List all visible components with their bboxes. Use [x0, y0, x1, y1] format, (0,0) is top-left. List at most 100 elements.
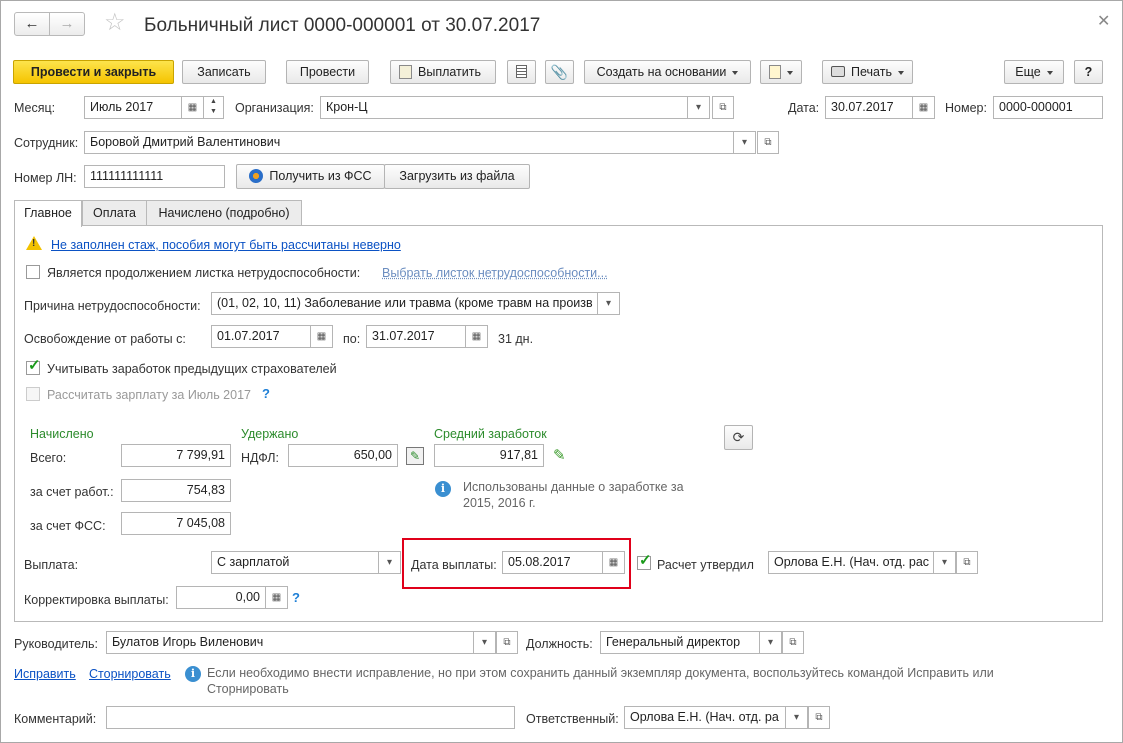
back-button[interactable]: ←: [14, 12, 50, 36]
employer-part-field: 754,83: [121, 479, 231, 502]
edit-pencil-icon[interactable]: ✎: [553, 448, 566, 464]
help-button[interactable]: ?: [1074, 60, 1103, 84]
payment-field[interactable]: С зарплатой: [211, 551, 379, 574]
avg-earnings-field: 917,81: [434, 444, 544, 467]
position-field[interactable]: Генеральный директор: [600, 631, 760, 654]
more-button[interactable]: Еще: [1004, 60, 1064, 84]
arrow-left-icon: ←: [24, 15, 40, 32]
ln-number-label: Номер ЛН:: [14, 171, 77, 185]
post-button[interactable]: Провести: [286, 60, 369, 84]
month-spinner[interactable]: ▲ ▼: [204, 96, 224, 119]
load-from-file-button[interactable]: Загрузить из файла: [384, 164, 530, 189]
fss-icon: [249, 169, 264, 183]
approved-by-field[interactable]: Орлова Е.Н. (Нач. отд. рас: [768, 551, 934, 574]
comment-label: Комментарий:: [14, 712, 97, 726]
forward-button[interactable]: →: [49, 12, 85, 36]
employee-field[interactable]: Боровой Дмитрий Валентинович: [84, 131, 734, 154]
edit-pencil-icon[interactable]: ✎: [406, 447, 424, 465]
document-title: Больничный лист 0000-000001 от 30.07.201…: [144, 15, 541, 36]
date-label: Дата:: [788, 101, 820, 115]
create-based-on-button[interactable]: Создать на основании: [584, 60, 751, 84]
list-report-button[interactable]: [507, 60, 536, 84]
close-icon[interactable]: ✕: [1097, 12, 1110, 32]
head-label: Руководитель:: [14, 637, 99, 651]
checkmark-icon: ✓: [639, 552, 652, 569]
organization-label: Организация:: [235, 101, 314, 115]
calc-salary-checkbox[interactable]: [26, 387, 40, 401]
document-gear-icon: [769, 65, 781, 79]
calculation-approved-label: Расчет утвердил: [657, 558, 754, 572]
chevron-down-icon[interactable]: ▾: [734, 131, 756, 154]
chevron-down-icon[interactable]: ▾: [598, 292, 620, 315]
month-field[interactable]: Июль 2017: [84, 96, 182, 119]
save-button[interactable]: Записать: [182, 60, 266, 84]
help-icon[interactable]: ?: [262, 386, 270, 401]
calendar-icon[interactable]: ▦: [913, 96, 935, 119]
date-field[interactable]: 30.07.2017: [825, 96, 913, 119]
fix-link[interactable]: Исправить: [14, 666, 76, 682]
attachments-button[interactable]: 📎: [545, 60, 574, 84]
comment-field[interactable]: [106, 706, 515, 729]
fix-info-text: Если необходимо внести исправление, но п…: [207, 666, 994, 696]
number-label: Номер:: [945, 101, 987, 115]
tab-payment[interactable]: Оплата: [82, 200, 147, 226]
print-button[interactable]: Печать: [822, 60, 913, 84]
position-label: Должность:: [526, 637, 593, 651]
chevron-down-icon: [787, 70, 793, 75]
favorite-star-icon[interactable]: ☆: [104, 10, 126, 36]
month-label: Месяц:: [14, 101, 56, 115]
get-from-fss-label: Получить из ФСС: [269, 169, 372, 183]
employer-part-label: за счет работ.:: [30, 485, 114, 499]
release-to-field[interactable]: 31.07.2017: [366, 325, 466, 348]
tab-main[interactable]: Главное: [14, 200, 82, 227]
reason-field[interactable]: (01, 02, 10, 11) Заболевание или травма …: [211, 292, 598, 315]
help-icon[interactable]: ?: [292, 590, 300, 605]
open-icon[interactable]: ⧉: [782, 631, 804, 654]
total-label: Всего:: [30, 451, 67, 465]
calendar-icon[interactable]: ▦: [603, 551, 625, 574]
chevron-down-icon[interactable]: ▾: [934, 551, 956, 574]
reason-label: Причина нетрудоспособности:: [24, 299, 201, 313]
chevron-down-icon[interactable]: ▾: [760, 631, 782, 654]
payment-correction-field[interactable]: 0,00: [176, 586, 266, 609]
refresh-icon: ⟳: [732, 429, 745, 445]
open-icon[interactable]: ⧉: [757, 131, 779, 154]
calendar-icon[interactable]: ▦: [182, 96, 204, 119]
arrow-right-icon: →: [59, 15, 75, 32]
payment-correction-label: Корректировка выплаты:: [24, 593, 169, 607]
experience-warning-link[interactable]: Не заполнен стаж, пособия могут быть рас…: [51, 237, 401, 253]
responsible-field[interactable]: Орлова Е.Н. (Нач. отд. ра: [624, 706, 786, 729]
warning-mark: !: [32, 238, 36, 249]
pay-button[interactable]: Выплатить: [390, 60, 496, 84]
open-icon[interactable]: ⧉: [808, 706, 830, 729]
release-to-label: по:: [343, 332, 361, 346]
release-from-label: Освобождение от работы с:: [24, 332, 186, 346]
reverse-link[interactable]: Сторнировать: [89, 666, 171, 682]
head-field[interactable]: Булатов Игорь Виленович: [106, 631, 474, 654]
chevron-down-icon[interactable]: ▾: [474, 631, 496, 654]
prev-insurers-checkbox[interactable]: ✓: [26, 358, 41, 375]
chevron-down-icon[interactable]: ▾: [786, 706, 808, 729]
calculation-approved-checkbox[interactable]: ✓: [637, 552, 652, 570]
get-from-fss-button[interactable]: Получить из ФСС: [236, 164, 385, 189]
open-icon[interactable]: ⧉: [956, 551, 978, 574]
document-actions-button[interactable]: [760, 60, 802, 84]
number-field[interactable]: 0000-000001: [993, 96, 1103, 119]
chevron-down-icon[interactable]: ▾: [688, 96, 710, 119]
ln-number-field[interactable]: 111111111111: [84, 165, 225, 188]
payment-date-field[interactable]: 05.08.2017: [502, 551, 603, 574]
chevron-down-icon[interactable]: ▾: [379, 551, 401, 574]
organization-field[interactable]: Крон-Ц: [320, 96, 688, 119]
calendar-icon[interactable]: ▦: [466, 325, 488, 348]
refresh-button[interactable]: ⟳: [724, 425, 753, 450]
tab-accrued-detailed[interactable]: Начислено (подробно): [146, 200, 302, 226]
open-icon[interactable]: ⧉: [712, 96, 734, 119]
continuation-label: Является продолжением листка нетрудоспос…: [47, 266, 361, 280]
select-sick-leave-link[interactable]: Выбрать листок нетрудоспособности...: [382, 265, 608, 281]
calendar-icon[interactable]: ▦: [311, 325, 333, 348]
post-and-close-button[interactable]: Провести и закрыть: [13, 60, 174, 84]
open-icon[interactable]: ⧉: [496, 631, 518, 654]
release-from-field[interactable]: 01.07.2017: [211, 325, 311, 348]
calculator-icon[interactable]: ▦: [266, 586, 288, 609]
continuation-checkbox[interactable]: [26, 265, 40, 279]
